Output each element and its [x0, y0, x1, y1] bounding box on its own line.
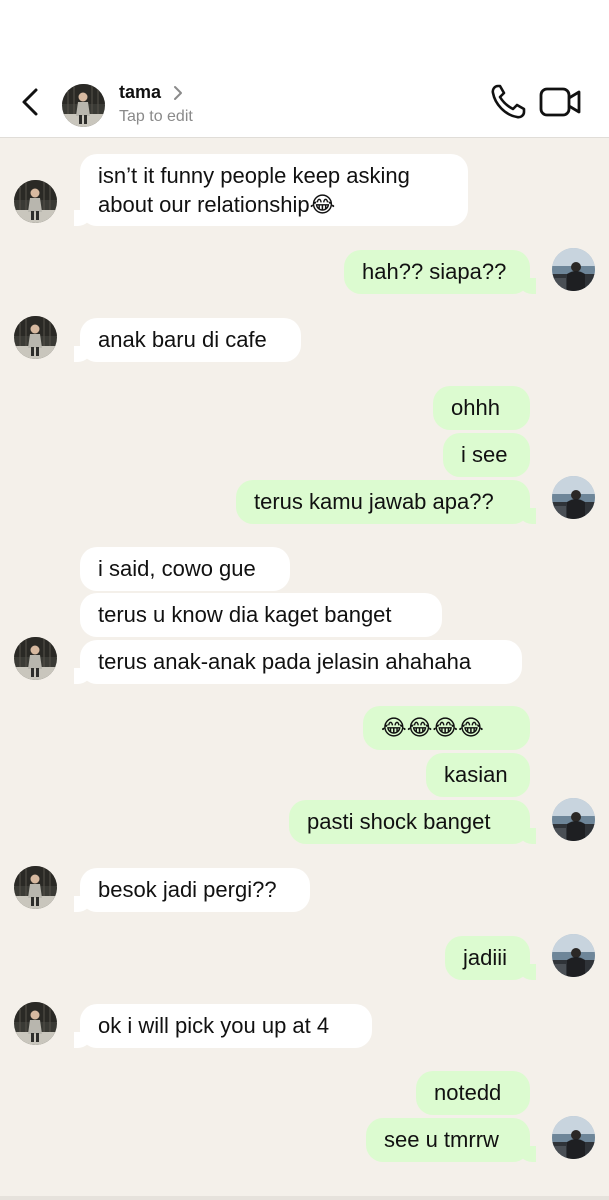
message-bubble-outgoing[interactable]: jadiii [445, 936, 536, 980]
message-bubble-outgoing[interactable]: see u tmrrw [366, 1118, 536, 1162]
avatar[interactable] [14, 637, 57, 680]
message-bubble-incoming[interactable]: anak baru di cafe [74, 318, 301, 362]
chat-header: tama Tap to edit [0, 70, 609, 138]
tap-to-edit-label[interactable]: Tap to edit [119, 108, 193, 126]
message-text-line: about our relationship😂 [98, 192, 336, 217]
message-bubble-outgoing[interactable]: 😂😂😂😂 [363, 706, 530, 750]
contact-name[interactable]: tama [119, 82, 161, 103]
avatar[interactable] [552, 1116, 595, 1159]
chevron-right-icon[interactable] [172, 84, 184, 102]
avatar[interactable] [14, 1002, 57, 1045]
message-bubble-incoming[interactable]: ok i will pick you up at 4 [74, 1004, 372, 1048]
message-bubble-incoming[interactable]: terus anak-anak pada jelasin ahahaha [74, 640, 522, 684]
bottom-edge [0, 1196, 609, 1200]
message-bubble-outgoing[interactable]: ohhh [433, 386, 530, 430]
message-bubble-outgoing[interactable]: terus kamu jawab apa?? [236, 480, 536, 524]
message-bubble-outgoing[interactable]: hah?? siapa?? [344, 250, 536, 294]
avatar[interactable] [14, 180, 57, 223]
phone-icon[interactable] [488, 82, 528, 122]
avatar[interactable] [552, 248, 595, 291]
avatar[interactable] [552, 934, 595, 977]
message-bubble-incoming[interactable]: i said, cowo gue [80, 547, 290, 591]
message-bubble-outgoing[interactable]: kasian [426, 753, 530, 797]
video-camera-icon[interactable] [538, 84, 582, 120]
message-bubble-outgoing[interactable]: i see [443, 433, 530, 477]
avatar[interactable] [14, 316, 57, 359]
message-bubble-outgoing[interactable]: notedd [416, 1071, 530, 1115]
status-bar-area [0, 0, 609, 70]
avatar[interactable] [552, 798, 595, 841]
chevron-left-icon[interactable] [14, 82, 48, 122]
avatar[interactable] [62, 84, 105, 127]
message-bubble-outgoing[interactable]: pasti shock banget [289, 800, 536, 844]
avatar[interactable] [14, 866, 57, 909]
message-bubble-incoming[interactable]: besok jadi pergi?? [74, 868, 310, 912]
avatar[interactable] [552, 476, 595, 519]
message-text-line: isn’t it funny people keep asking [98, 163, 410, 188]
message-bubble-incoming[interactable]: terus u know dia kaget banget [80, 593, 442, 637]
message-bubble-incoming[interactable]: isn’t it funny people keep asking about … [74, 154, 468, 226]
